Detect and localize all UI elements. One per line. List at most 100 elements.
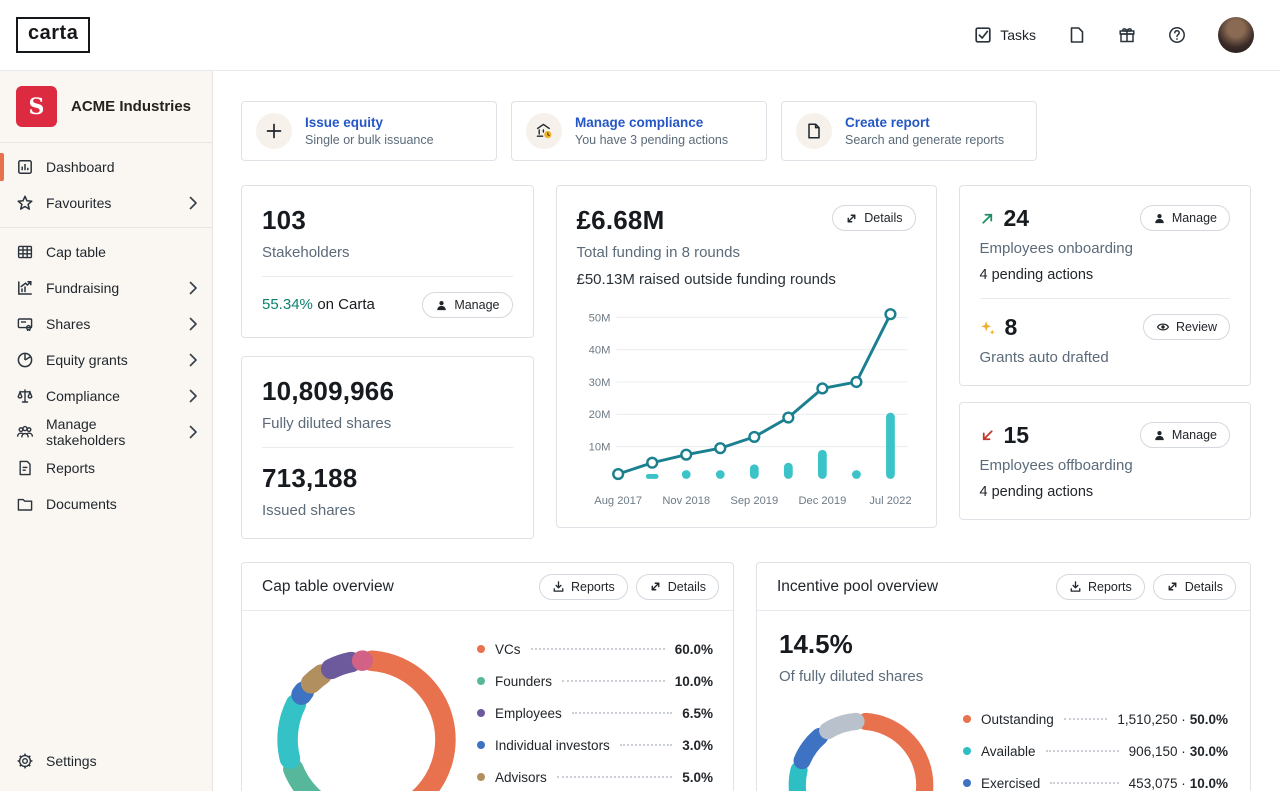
svg-text:20M: 20M	[588, 409, 610, 421]
dashboard-icon	[16, 158, 34, 176]
action-subtitle: Search and generate reports	[845, 133, 1004, 147]
legend-item: Employees6.5%	[477, 697, 713, 729]
plus-icon	[265, 122, 283, 140]
person-icon	[435, 299, 448, 312]
manage-label: Manage	[454, 298, 499, 312]
dotted-leader	[562, 680, 665, 682]
legend-bullet	[477, 677, 485, 685]
legend-value: 10.0%	[675, 674, 713, 689]
incentive-subtitle: Of fully diluted shares	[779, 668, 1228, 685]
dotted-leader	[620, 744, 672, 746]
folder-icon	[16, 495, 34, 513]
reports-label: Reports	[571, 580, 615, 594]
sidebar-item-label: Compliance	[46, 388, 177, 404]
issue-equity-action[interactable]: Issue equity Single or bulk issuance	[241, 101, 497, 161]
grants-count: 8	[1005, 314, 1018, 341]
sidebar-item-label: Dashboard	[46, 159, 198, 175]
svg-text:Sep 2019: Sep 2019	[730, 495, 778, 507]
sidebar-item-settings[interactable]: Settings	[0, 743, 212, 779]
sidebar-item-label: Reports	[46, 460, 198, 476]
chevron-right-icon	[189, 425, 198, 439]
chevron-right-icon	[189, 196, 198, 210]
offboarding-manage-button[interactable]: Manage	[1140, 422, 1230, 448]
cap-table-details-button[interactable]: Details	[636, 574, 719, 600]
legend-label: Outstanding	[981, 712, 1054, 727]
divider	[262, 276, 513, 277]
person-icon	[1153, 212, 1166, 225]
sparkles-icon	[980, 320, 996, 336]
download-icon	[1069, 580, 1082, 593]
legend-label: Individual investors	[495, 738, 610, 753]
action-subtitle: Single or bulk issuance	[305, 133, 434, 147]
sidebar-item-label: Equity grants	[46, 352, 177, 368]
review-label: Review	[1176, 320, 1217, 334]
legend-value: 3.0%	[682, 738, 713, 753]
cap-table-legend: VCs60.0% Founders 10.0% Employees6.5% Ind…	[477, 629, 713, 791]
legend-label: Exercised	[981, 776, 1040, 791]
sidebar-item-fundraising[interactable]: Fundraising	[0, 270, 212, 306]
sidebar-item-dashboard[interactable]: Dashboard	[0, 149, 212, 185]
legend-item: VCs60.0%	[477, 633, 713, 665]
sidebar-item-documents[interactable]: Documents	[0, 486, 212, 522]
sidebar-item-reports[interactable]: Reports	[0, 450, 212, 486]
gift-icon[interactable]	[1118, 26, 1136, 44]
sidebar-item-favourites[interactable]: Favourites	[0, 185, 212, 221]
incentive-reports-button[interactable]: Reports	[1056, 574, 1145, 600]
offboarding-label: Employees offboarding	[980, 457, 1231, 474]
carta-logo[interactable]: carta	[16, 17, 90, 53]
manage-stakeholders-button[interactable]: Manage	[422, 292, 512, 318]
funding-details-button[interactable]: Details	[832, 205, 915, 231]
create-report-action[interactable]: Create report Search and generate report…	[781, 101, 1037, 161]
download-icon	[552, 580, 565, 593]
offboarding-card: 15 Manage Employees offboarding 4 pendin…	[959, 402, 1252, 520]
stakeholders-card: 103 Stakeholders 55.34% on Carta Manage	[241, 185, 534, 338]
arrow-up-right-icon	[980, 211, 995, 226]
sidebar-item-label: Documents	[46, 496, 198, 512]
sidebar-item-shares[interactable]: Shares	[0, 306, 212, 342]
help-icon[interactable]	[1168, 26, 1186, 44]
grants-review-button[interactable]: Review	[1143, 314, 1230, 340]
tasks-button[interactable]: Tasks	[974, 26, 1036, 44]
cap-table-reports-button[interactable]: Reports	[539, 574, 628, 600]
document-icon[interactable]	[1068, 26, 1086, 44]
sidebar-item-label: Manage stakeholders	[46, 416, 177, 448]
onboarding-label: Employees onboarding	[980, 240, 1231, 257]
incentive-donut-chart	[775, 699, 947, 791]
legend-value: 10.0%	[1190, 776, 1228, 791]
top-header: carta Tasks	[0, 0, 1280, 71]
legend-value: 50.0%	[1190, 712, 1228, 727]
on-carta-percent: 55.34%	[262, 296, 313, 313]
person-icon	[1153, 429, 1166, 442]
svg-text:Dec 2019: Dec 2019	[798, 495, 846, 507]
offboarding-count: 15	[1004, 422, 1030, 449]
gear-icon	[16, 752, 34, 770]
sidebar-item-manage-stakeholders[interactable]: Manage stakeholders	[0, 414, 212, 450]
company-switcher[interactable]: S ACME Industries	[0, 71, 212, 142]
chevron-right-icon	[189, 317, 198, 331]
legend-label: Founders	[495, 674, 552, 689]
arrow-down-left-icon	[980, 428, 995, 443]
offboarding-pending: 4 pending actions	[980, 484, 1231, 500]
sidebar-item-label: Settings	[46, 753, 198, 769]
sidebar-item-cap-table[interactable]: Cap table	[0, 234, 212, 270]
manage-label: Manage	[1172, 211, 1217, 225]
svg-text:40M: 40M	[588, 345, 610, 357]
bank-clock-icon	[534, 121, 554, 141]
funding-card: £6.68M Details Total funding in 8 rounds…	[556, 185, 937, 528]
sidebar-item-equity-grants[interactable]: Equity grants	[0, 342, 212, 378]
incentive-details-button[interactable]: Details	[1153, 574, 1236, 600]
legend-bullet	[963, 779, 971, 787]
details-label: Details	[668, 580, 706, 594]
sidebar-item-label: Cap table	[46, 244, 198, 260]
onboarding-manage-button[interactable]: Manage	[1140, 205, 1230, 231]
new-document-icon	[805, 122, 823, 140]
user-avatar[interactable]	[1218, 17, 1254, 53]
manage-compliance-action[interactable]: Manage compliance You have 3 pending act…	[511, 101, 767, 161]
pie-chart-icon	[16, 351, 34, 369]
svg-text:10M: 10M	[588, 441, 610, 453]
action-title: Manage compliance	[575, 115, 728, 130]
table-icon	[16, 243, 34, 261]
legend-label: Employees	[495, 706, 562, 721]
sidebar: S ACME Industries Dashboard Favourites C…	[0, 71, 213, 791]
sidebar-item-compliance[interactable]: Compliance	[0, 378, 212, 414]
